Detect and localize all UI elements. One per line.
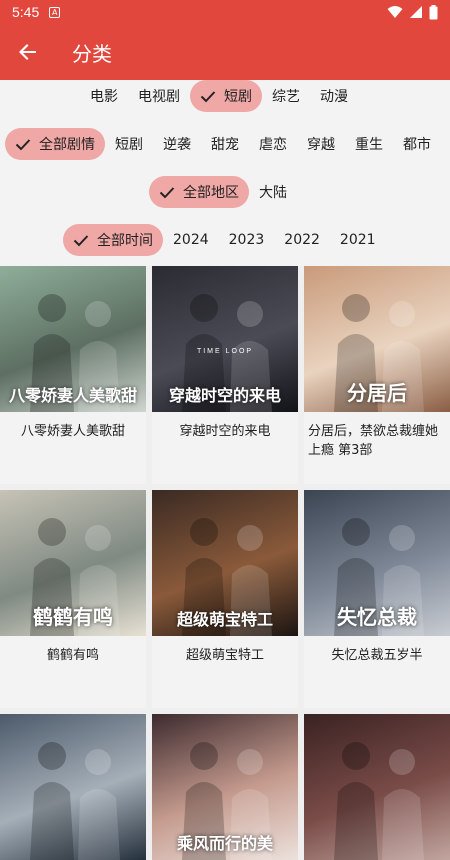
plot-chip[interactable]: 短剧 bbox=[105, 128, 153, 160]
back-button[interactable] bbox=[0, 24, 56, 80]
year-chip[interactable]: 2022 bbox=[274, 224, 330, 256]
year-filter-row: 全部时间 2024 2023 2022 2021 bbox=[63, 224, 386, 256]
poster-caption: 分居后 bbox=[347, 381, 407, 405]
type-chip-label: 电视剧 bbox=[138, 89, 180, 105]
type-chip[interactable]: 电影 bbox=[80, 80, 128, 112]
check-icon bbox=[200, 91, 216, 103]
plot-chip[interactable]: 都市 bbox=[393, 128, 441, 160]
region-chip[interactable]: 大陆 bbox=[249, 176, 297, 208]
year-chip[interactable]: 2024 bbox=[163, 224, 219, 256]
drama-title: 超级萌宝特工 bbox=[185, 648, 264, 663]
wifi-icon bbox=[387, 6, 403, 18]
year-chip[interactable]: 2023 bbox=[219, 224, 275, 256]
drama-poster[interactable]: 失忆总裁 bbox=[304, 490, 450, 636]
type-chip-label: 动漫 bbox=[320, 89, 348, 105]
drama-poster[interactable]: 超级萌宝特工 bbox=[152, 490, 298, 636]
plot-chip-label: 虐恋 bbox=[259, 137, 287, 153]
poster-caption: 鹤鹤有鸣 bbox=[33, 605, 113, 629]
plot-chip[interactable]: 甜宠 bbox=[201, 128, 249, 160]
year-chip-label: 2021 bbox=[339, 232, 376, 248]
year-chip-label: 2024 bbox=[173, 232, 209, 248]
drama-poster[interactable]: 分居后 bbox=[304, 266, 450, 412]
plot-filter-row: 全部剧情 短剧 逆袭 甜宠 虐恋 穿越 重生 都市 bbox=[5, 128, 441, 160]
app-bar: 分类 bbox=[0, 24, 450, 80]
plot-chip-label: 短剧 bbox=[115, 137, 143, 153]
status-time: 5:45 bbox=[12, 4, 40, 20]
drama-poster[interactable] bbox=[304, 714, 450, 860]
type-chip[interactable]: 电视剧 bbox=[128, 80, 190, 112]
poster-caption: 八零娇妻人美歌甜 bbox=[8, 386, 137, 405]
region-chip-label: 大陆 bbox=[259, 185, 287, 201]
year-chip[interactable]: 全部时间 bbox=[63, 224, 163, 256]
sim-icon: A bbox=[49, 6, 61, 18]
region-chip[interactable]: 全部地区 bbox=[149, 176, 249, 208]
plot-chip-label: 重生 bbox=[355, 137, 383, 153]
poster-subtitle: TIME LOOP bbox=[196, 348, 254, 355]
drama-title: 鹤鹤有鸣 bbox=[46, 648, 99, 663]
status-icons bbox=[387, 4, 438, 20]
drama-card[interactable] bbox=[304, 714, 450, 860]
plot-chip-label: 穿越 bbox=[307, 137, 335, 153]
drama-poster[interactable]: TIME LOOP 穿越时空的来电 bbox=[152, 266, 298, 412]
drama-card[interactable]: 失忆总裁失忆总裁五岁半 bbox=[304, 490, 450, 708]
type-filter-row: 电影 电视剧 短剧 综艺 动漫 bbox=[80, 80, 358, 112]
drama-card[interactable]: 分居后分居后，禁欲总裁缠她上瘾 第3部 bbox=[304, 266, 450, 484]
filter-panel: 电影 电视剧 短剧 综艺 动漫 全部剧情 短剧 逆袭 甜宠 虐恋 穿越 重生 都市 全部地区 大陆 全部… bbox=[0, 80, 450, 266]
check-icon bbox=[159, 187, 175, 199]
poster-figures bbox=[334, 742, 424, 860]
year-chip-label: 2023 bbox=[228, 232, 265, 248]
check-icon bbox=[15, 139, 31, 151]
plot-chip-label: 逆袭 bbox=[163, 137, 191, 153]
drama-card[interactable]: 超级萌宝特工 超级萌宝特工 bbox=[152, 490, 298, 708]
drama-title: 分居后，禁欲总裁缠她上瘾 第3部 bbox=[308, 424, 439, 458]
plot-chip[interactable]: 虐恋 bbox=[249, 128, 297, 160]
status-bar: 5:45 A bbox=[0, 0, 450, 24]
year-chip-label: 全部时间 bbox=[97, 233, 153, 249]
plot-chip-label: 甜宠 bbox=[211, 137, 239, 153]
poster-caption: 穿越时空的来电 bbox=[168, 386, 281, 405]
poster-caption: 失忆总裁 bbox=[337, 605, 417, 629]
plot-chip-label: 都市 bbox=[403, 137, 431, 153]
drama-poster[interactable]: 鹤鹤有鸣 bbox=[0, 490, 146, 636]
back-arrow-icon bbox=[19, 44, 36, 60]
plot-chip[interactable]: 重生 bbox=[345, 128, 393, 160]
check-icon bbox=[73, 235, 89, 247]
drama-title: 八零娇妻人美歌甜 bbox=[20, 424, 125, 439]
plot-chip-label: 全部剧情 bbox=[39, 137, 95, 153]
drama-card[interactable] bbox=[0, 714, 146, 860]
drama-card[interactable]: 八零娇妻人美歌甜 八零娇妻人美歌甜 bbox=[0, 266, 146, 484]
poster-caption: 乘风而行的美 bbox=[176, 834, 273, 853]
region-filter-row: 全部地区 大陆 bbox=[149, 176, 297, 208]
poster-caption: 超级萌宝特工 bbox=[176, 610, 273, 629]
battery-icon bbox=[429, 4, 438, 19]
poster-figures bbox=[30, 742, 120, 860]
drama-card[interactable]: 乘风而行的美 bbox=[152, 714, 298, 860]
type-chip[interactable]: 动漫 bbox=[310, 80, 358, 112]
drama-poster[interactable] bbox=[0, 714, 146, 860]
page-title: 分类 bbox=[72, 41, 112, 66]
drama-card[interactable]: 鹤鹤有鸣 鹤鹤有鸣 bbox=[0, 490, 146, 708]
drama-title: 失忆总裁五岁半 bbox=[331, 648, 423, 663]
type-chip-label: 综艺 bbox=[272, 89, 300, 105]
plot-chip[interactable]: 全部剧情 bbox=[5, 128, 105, 160]
type-chip[interactable]: 短剧 bbox=[190, 80, 262, 112]
year-chip[interactable]: 2021 bbox=[330, 224, 386, 256]
year-chip-label: 2022 bbox=[284, 232, 320, 248]
drama-card[interactable]: TIME LOOP 穿越时空的来电 穿越时空的来电 bbox=[152, 266, 298, 484]
drama-poster[interactable]: 八零娇妻人美歌甜 bbox=[0, 266, 146, 412]
drama-poster[interactable]: 乘风而行的美 bbox=[152, 714, 298, 860]
type-chip-label: 短剧 bbox=[224, 89, 252, 105]
signal-icon bbox=[410, 6, 422, 18]
type-chip[interactable]: 综艺 bbox=[262, 80, 310, 112]
drama-title: 穿越时空的来电 bbox=[179, 424, 271, 439]
plot-chip[interactable]: 逆袭 bbox=[153, 128, 201, 160]
plot-chip[interactable]: 穿越 bbox=[297, 128, 345, 160]
region-chip-label: 全部地区 bbox=[183, 185, 239, 201]
type-chip-label: 电影 bbox=[90, 89, 118, 105]
